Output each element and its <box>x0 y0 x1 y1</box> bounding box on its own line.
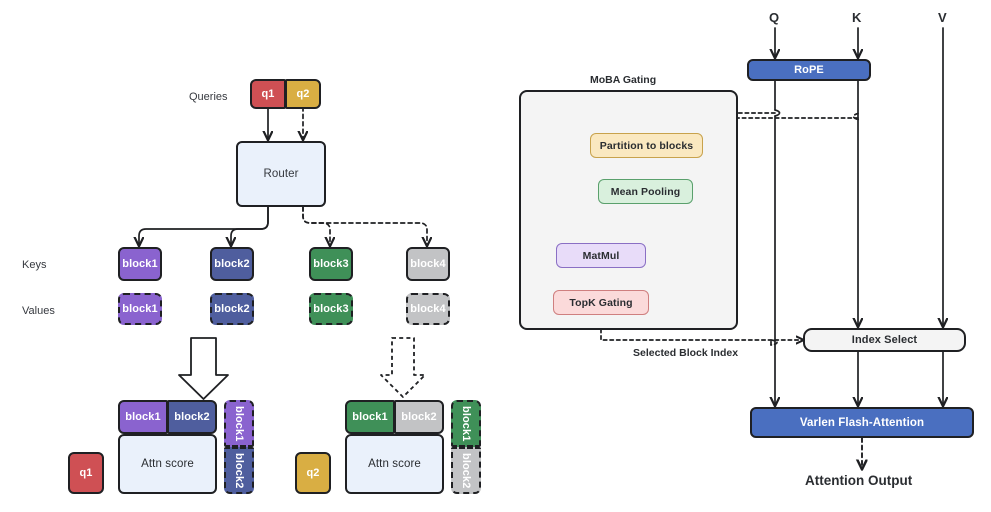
key-block-4[interactable]: block4 <box>406 247 450 281</box>
attn-group-2-sideval-1-label: block1 <box>460 405 472 442</box>
index-select-box[interactable]: Index Select <box>803 328 966 352</box>
attn-group-1-topkey-1[interactable]: block1 <box>118 400 168 434</box>
values-row-label: Values <box>22 305 55 317</box>
rope-label: RoPE <box>794 64 824 76</box>
value-block-2-label: block2 <box>214 303 250 315</box>
attn-group-2-sideval-2[interactable]: block2 <box>451 447 481 494</box>
block-arrow-dashed <box>380 337 426 398</box>
topk-gating-label: TopK Gating <box>569 296 633 309</box>
topk-gating-node[interactable]: TopK Gating <box>553 290 649 315</box>
router-label: Router <box>263 168 299 180</box>
key-block-1[interactable]: block1 <box>118 247 162 281</box>
keys-row-label: Keys <box>22 259 47 271</box>
rope-box[interactable]: RoPE <box>747 59 871 81</box>
key-block-4-label: block4 <box>410 258 446 270</box>
attn-group-2-sideval-2-label: block2 <box>460 452 472 489</box>
partition-to-blocks-label: Partition to blocks <box>599 139 694 152</box>
input-label-k: K <box>852 10 862 25</box>
query-block-q1[interactable]: q1 <box>250 79 286 109</box>
value-block-4-label: block4 <box>410 303 446 315</box>
router-box[interactable]: Router <box>236 141 326 207</box>
moba-gating-title: MoBA Gating <box>590 74 657 86</box>
attn-group-2-query[interactable]: q2 <box>295 452 331 494</box>
key-block-3[interactable]: block3 <box>309 247 353 281</box>
partition-to-blocks-node[interactable]: Partition to blocks <box>590 133 703 158</box>
attn-group-1-topkey-1-label: block1 <box>125 411 161 423</box>
attn-group-2-score[interactable]: Attn score <box>345 434 444 494</box>
attention-output-label: Attention Output <box>805 473 913 488</box>
matmul-node[interactable]: MatMul <box>556 243 646 268</box>
mean-pooling-label: Mean Pooling <box>610 185 681 198</box>
value-block-3-label: block3 <box>313 303 349 315</box>
attn-group-1-query[interactable]: q1 <box>68 452 104 494</box>
key-block-3-label: block3 <box>313 258 349 270</box>
attn-group-1-sideval-1-label: block1 <box>233 405 245 442</box>
attn-group-1-topkey-2[interactable]: block2 <box>167 400 217 434</box>
input-label-v: V <box>938 10 947 25</box>
attn-group-2-score-label: Attn score <box>368 458 421 470</box>
queries-row-label: Queries <box>189 91 228 103</box>
attn-group-1-topkey-2-label: block2 <box>174 411 210 423</box>
query-block-q2-label: q2 <box>296 88 310 100</box>
mean-pooling-node[interactable]: Mean Pooling <box>598 179 693 204</box>
attn-group-2-topkey-1[interactable]: block1 <box>345 400 395 434</box>
query-block-q1-label: q1 <box>261 88 275 100</box>
attn-group-1-sideval-2-label: block2 <box>233 452 245 489</box>
attn-group-2-topkey-1-label: block1 <box>352 411 388 423</box>
attn-group-1-score-label: Attn score <box>141 458 194 470</box>
value-block-2[interactable]: block2 <box>210 293 254 325</box>
input-label-q: Q <box>769 10 780 25</box>
index-select-label: Index Select <box>851 334 918 346</box>
attn-group-2-topkey-2[interactable]: block2 <box>394 400 444 434</box>
key-block-2-label: block2 <box>214 258 250 270</box>
selected-block-index-label: Selected Block Index <box>633 347 739 359</box>
value-block-4[interactable]: block4 <box>406 293 450 325</box>
attn-group-2-sideval-1[interactable]: block1 <box>451 400 481 447</box>
block-arrow-solid <box>178 337 229 400</box>
diagram-canvas: Queries Keys Values q1 q2 Router block1 … <box>0 0 991 512</box>
value-block-1-label: block1 <box>122 303 158 315</box>
attn-group-2-query-label: q2 <box>306 467 320 479</box>
attn-group-1-sideval-1[interactable]: block1 <box>224 400 254 447</box>
varlen-flash-attention-box[interactable]: Varlen Flash-Attention <box>750 407 974 438</box>
varlen-flash-attention-label: Varlen Flash-Attention <box>799 416 925 429</box>
matmul-label: MatMul <box>582 249 620 262</box>
attn-group-1-sideval-2[interactable]: block2 <box>224 447 254 494</box>
attn-group-1-score[interactable]: Attn score <box>118 434 217 494</box>
key-block-2[interactable]: block2 <box>210 247 254 281</box>
value-block-3[interactable]: block3 <box>309 293 353 325</box>
key-block-1-label: block1 <box>122 258 158 270</box>
attn-group-2-topkey-2-label: block2 <box>401 411 437 423</box>
value-block-1[interactable]: block1 <box>118 293 162 325</box>
attn-group-1-query-label: q1 <box>79 467 93 479</box>
query-block-q2[interactable]: q2 <box>285 79 321 109</box>
